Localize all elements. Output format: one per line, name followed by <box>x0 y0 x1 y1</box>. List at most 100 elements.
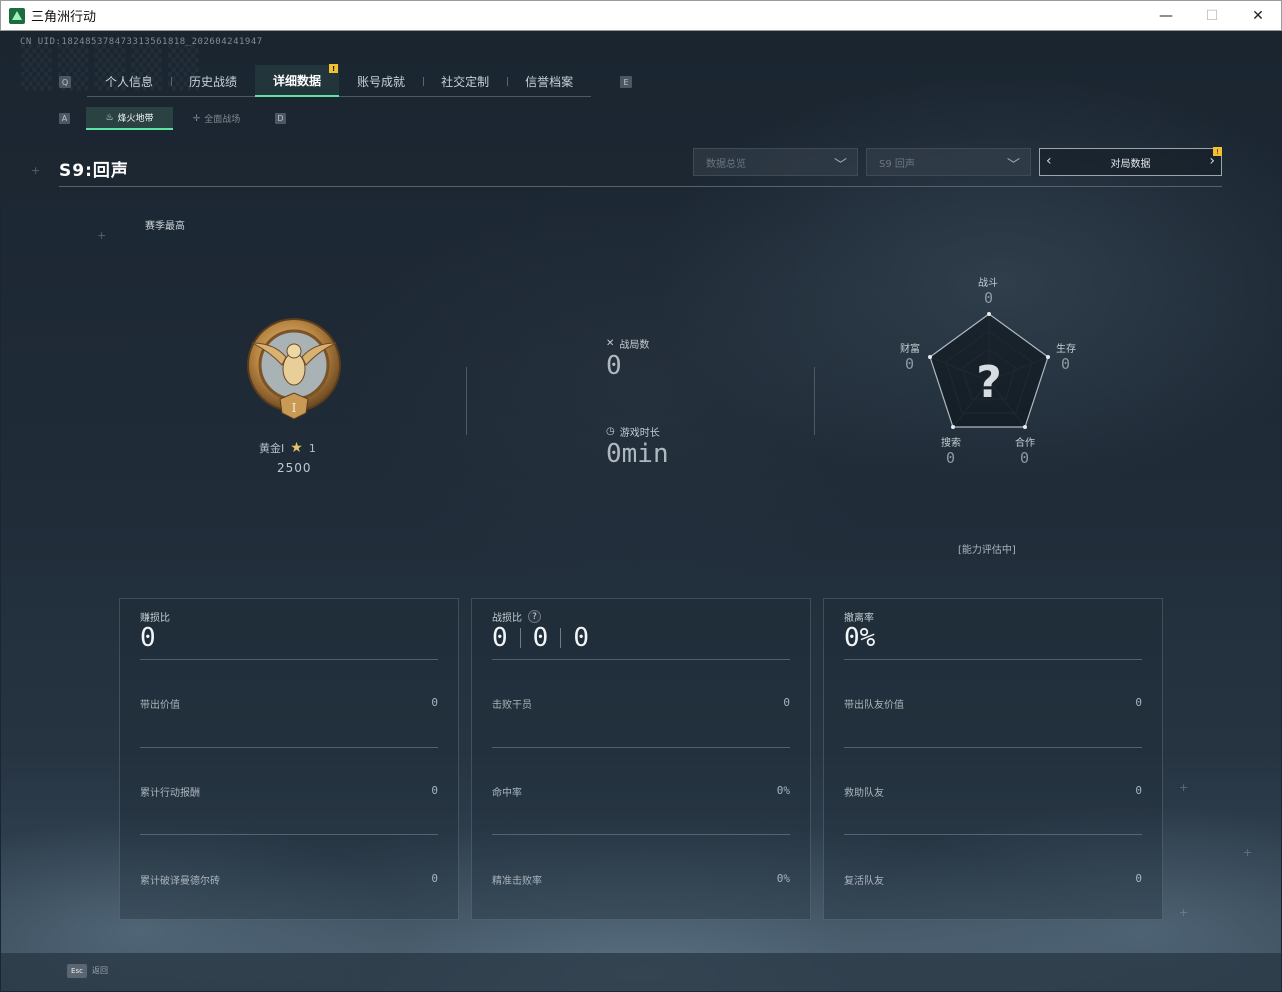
tab-notice-badge: ! <box>329 64 339 73</box>
decor-plus: + <box>1179 781 1189 794</box>
playtime-value: 0min <box>606 439 669 469</box>
window-title: 三角洲行动 <box>31 10 97 25</box>
stopwatch-icon: ◷ <box>606 426 615 437</box>
row-label: 击败干员 <box>492 700 532 711</box>
season-best-label: 赛季最高 <box>145 221 185 232</box>
row-value: 0 <box>783 696 790 709</box>
rank-name: 黄金I <box>259 442 285 455</box>
tab-achievements[interactable]: 账号成就 <box>339 65 423 97</box>
row-value: 0 <box>1135 696 1142 709</box>
matches-label: ✕ 战局数 <box>606 338 650 351</box>
card-title: 战损比 ? <box>492 609 541 624</box>
chevron-down-icon: ﹀ <box>833 158 847 173</box>
back-label[interactable]: 返回 <box>92 965 108 976</box>
mode-subtabs: ♨ 烽火地带 ✛ 全面战场 <box>86 107 260 130</box>
season-title: S9:回声 <box>59 161 129 181</box>
row-value: 0 <box>1135 784 1142 797</box>
playtime-label: ◷ 游戏时长 <box>606 426 660 439</box>
battlefield-icon: ✛ <box>192 113 201 124</box>
bottom-bar <box>1 953 1281 991</box>
season-dropdown[interactable]: S9 回声 ﹀ <box>866 148 1031 176</box>
assessment-status: [能力评估中] <box>958 545 1016 556</box>
window-controls: — ☐ ✕ <box>1143 1 1281 31</box>
card-divider <box>492 834 790 835</box>
subtab-warzone[interactable]: ♨ 烽火地带 <box>86 107 173 130</box>
card-big-value: 0 0 0 <box>492 623 589 653</box>
tab-reputation[interactable]: 信誉档案 <box>507 65 591 97</box>
chevron-down-icon: ﹀ <box>1006 158 1020 173</box>
kill-death-card: 战损比 ? 0 0 0 击败干员 0 命中率 0% 精准击败率 0% <box>471 598 811 920</box>
radar-value-cooperation: 0 <box>1020 449 1030 467</box>
row-label: 累计破译曼德尔砖 <box>140 876 220 887</box>
row-value: 0% <box>776 872 790 885</box>
card-big-value: 0 <box>140 623 156 653</box>
extraction-rate-card: 撤离率 0% 带出队友价值 0 救助队友 0 复活队友 0 <box>823 598 1163 920</box>
card-title: 赚损比 <box>140 613 170 624</box>
card-divider <box>140 747 438 748</box>
card-divider <box>492 659 790 660</box>
data-type-dropdown[interactable]: 数据总览 ﹀ <box>693 148 858 176</box>
help-icon[interactable]: ? <box>528 610 541 623</box>
card-title: 撤离率 <box>844 613 874 624</box>
radar-value-wealth: 0 <box>905 355 915 373</box>
campfire-icon: ♨ <box>105 112 114 123</box>
main-tabs: 个人信息 历史战绩 详细数据 ! 账号成就 社交定制 信誉档案 <box>87 64 592 97</box>
tab-history[interactable]: 历史战绩 <box>171 65 255 97</box>
esc-key-hint[interactable]: Esc <box>67 964 87 978</box>
minimize-button[interactable]: — <box>1143 1 1189 31</box>
row-value: 0 <box>1135 872 1142 885</box>
row-label: 带出队友价值 <box>844 700 904 711</box>
radar-label-wealth: 财富 <box>900 344 920 355</box>
game-viewport: ▒▒▒▒▒ CN UID:18248537847331356181​8_2026… <box>1 31 1281 991</box>
row-label: 救助队友 <box>844 788 884 799</box>
uid-text: CN UID:18248537847331356181​8_2026042419… <box>20 37 263 47</box>
chevron-left-icon[interactable]: ‹ <box>1046 153 1052 169</box>
card-divider <box>140 659 438 660</box>
row-label: 命中率 <box>492 788 522 799</box>
radar-center-mark: ? <box>976 357 1002 408</box>
match-data-button[interactable]: ‹ 对局数据 › <box>1039 148 1222 176</box>
profit-loss-card: 赚损比 0 带出价值 0 累计行动报酬 0 累计破译曼德尔砖 0 <box>119 598 459 920</box>
row-value: 0 <box>431 872 438 885</box>
key-hint-d[interactable]: D <box>275 113 286 124</box>
radar-value-combat: 0 <box>984 289 994 307</box>
decor-plus: + <box>1243 846 1253 859</box>
card-big-value: 0% <box>844 623 876 653</box>
key-hint-e[interactable]: E <box>620 76 632 88</box>
tab-detailed-data[interactable]: 详细数据 ! <box>255 64 340 97</box>
radar-value-search: 0 <box>946 449 956 467</box>
maximize-button[interactable]: ☐ <box>1189 1 1235 31</box>
rank-stars: 1 <box>308 441 316 455</box>
card-divider <box>844 659 1142 660</box>
rank-emblem-icon: I <box>247 318 341 420</box>
key-hint-a[interactable]: A <box>59 113 70 124</box>
close-button[interactable]: ✕ <box>1235 1 1281 31</box>
row-label: 精准击败率 <box>492 876 542 887</box>
app-icon <box>9 7 25 24</box>
row-value: 0% <box>776 784 790 797</box>
match-notice-badge: ! <box>1213 147 1222 156</box>
section-divider <box>814 367 815 435</box>
radar-label-combat: 战斗 <box>978 278 998 289</box>
tab-social[interactable]: 社交定制 <box>423 65 507 97</box>
card-divider <box>844 834 1142 835</box>
header-divider <box>59 186 1222 187</box>
row-value: 0 <box>431 784 438 797</box>
card-divider <box>492 747 790 748</box>
subtab-full-battlefield[interactable]: ✛ 全面战场 <box>173 107 260 130</box>
radar-label-survival: 生存 <box>1056 344 1076 355</box>
row-label: 复活队友 <box>844 876 884 887</box>
card-divider <box>844 747 1142 748</box>
svg-text:I: I <box>292 401 297 415</box>
decor-plus: + <box>1179 906 1189 919</box>
card-divider <box>140 834 438 835</box>
tab-personal-info[interactable]: 个人信息 <box>87 65 171 97</box>
radar-label-cooperation: 合作 <box>1015 438 1035 449</box>
row-value: 0 <box>431 696 438 709</box>
section-divider <box>466 367 467 435</box>
key-hint-q[interactable]: Q <box>59 76 71 88</box>
radar-value-survival: 0 <box>1061 355 1071 373</box>
radar-label-search: 搜索 <box>941 438 961 449</box>
star-icon: ★ <box>290 440 303 456</box>
crossed-swords-icon: ✕ <box>606 338 615 349</box>
